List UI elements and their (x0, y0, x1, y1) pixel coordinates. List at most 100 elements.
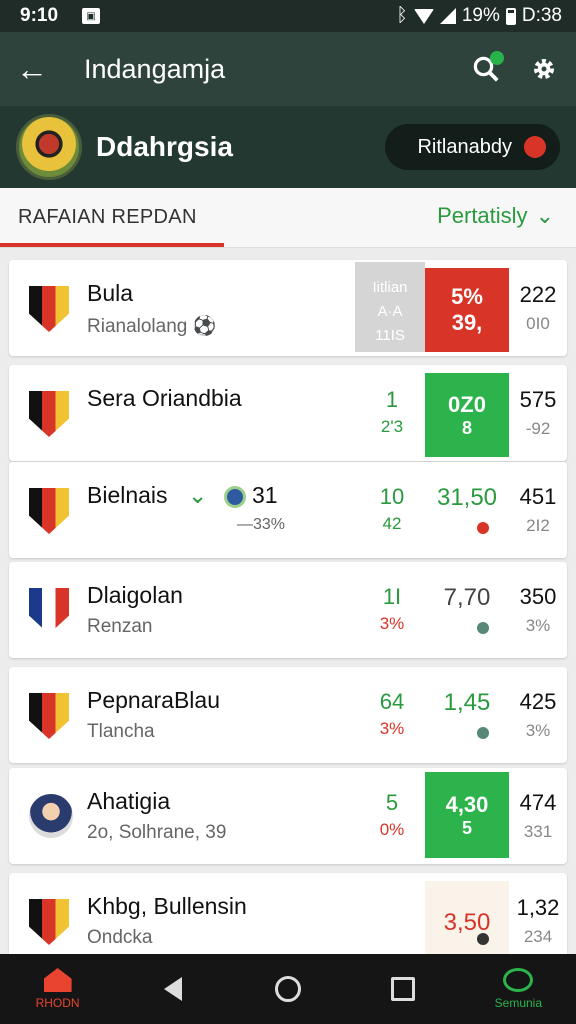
row-subtitle-text: Rianalolang (87, 316, 188, 337)
odds-top: 4,30 (445, 791, 489, 817)
col-value: 1I (382, 584, 402, 609)
globe-icon (223, 485, 246, 508)
list-item[interactable]: Sera Oriandbia 1 2'3 0Z0 8 575 -92 (9, 365, 567, 461)
team-header: Ddahrgsia Ritlanabdy (0, 106, 576, 188)
odds-value[interactable]: 7,70 (425, 584, 509, 612)
filter-dropdown[interactable]: Pertatisly ⌄ (437, 203, 554, 229)
list-item[interactable]: Bielnais ⌄ 31 —33% 10 42 31,50 451 2I2 (9, 462, 567, 558)
ball-icon: ⚽ (192, 316, 217, 337)
row-name: Dlaigolan (87, 582, 183, 608)
row-subtitle: Renzan (87, 616, 153, 637)
stats-bottom: 11IS (375, 327, 405, 344)
nav-home-circle[interactable] (240, 954, 336, 1024)
row-name: Sera Oriandbia (87, 385, 242, 411)
col-subvalue: 3% (379, 719, 405, 738)
row-subtitle: Rianalolang ⚽ (87, 314, 216, 338)
right-subvalue: 331 (523, 822, 553, 841)
nav-home-label: RHODN (35, 996, 80, 1010)
back-triangle-icon (163, 977, 182, 1001)
profile-icon (503, 968, 534, 992)
right-subvalue: 0I0 (526, 314, 550, 333)
back-arrow-icon[interactable]: ← (0, 32, 64, 106)
col-subvalue: 2'3 (380, 417, 404, 436)
odds-button[interactable]: 0Z0 8 (425, 373, 509, 457)
live-dot (477, 522, 489, 534)
wifi-icon (413, 8, 434, 24)
info-dot (477, 622, 489, 634)
stats-box: Iitlian A·A 11IS (355, 262, 425, 352)
right-subvalue: 3% (525, 616, 551, 635)
search-button[interactable] (458, 41, 514, 97)
list-item[interactable]: Dlaigolan Renzan 1I 3% 7,70 350 3% (9, 562, 567, 658)
list-item[interactable]: Ahatigia 2o, Solhrane, 39 5 0% 4,30 5 47… (9, 768, 567, 864)
filter-label: Pertatisly (437, 203, 528, 228)
team-crest (29, 391, 69, 437)
nav-profile[interactable]: Semunia (470, 954, 566, 1024)
row-name: Khbg, Bullensin (87, 893, 247, 919)
list-item[interactable]: Khbg, Bullensin Ondcka 3,50 1,32 234 (9, 873, 567, 954)
info-dot (477, 933, 489, 945)
settings-button[interactable] (514, 41, 574, 97)
record-icon (524, 136, 546, 158)
col-value: 1 (385, 387, 399, 412)
chevron-down-icon[interactable]: ⌄ (188, 482, 207, 508)
odds-bottom: 39, (451, 310, 483, 335)
stats-mid: A·A (377, 303, 403, 320)
chevron-down-icon: ⌄ (535, 203, 554, 228)
right-subvalue: 234 (523, 927, 553, 946)
odds-button[interactable]: 5% 39, (425, 268, 509, 352)
status-right: ᛒ 19% D:38 (396, 5, 562, 27)
nav-recents[interactable] (355, 954, 451, 1024)
list-item[interactable]: Bula Rianalolang ⚽ Iitlian A·A 11IS 5% 3… (9, 260, 567, 356)
col-subvalue: 42 (382, 514, 402, 533)
info-dot (477, 727, 489, 739)
odds-bottom: 5 (461, 817, 472, 838)
row-name: Ahatigia (87, 788, 171, 814)
col-value: 64 (379, 689, 405, 714)
odds-top: 0Z0 (448, 391, 486, 417)
right-value: 350 (519, 584, 557, 609)
sub-header: RAFAIAN REPDAN Pertatisly ⌄ (0, 188, 576, 248)
team-crest (29, 899, 69, 945)
battery-icon (505, 7, 516, 25)
right-value: 425 (519, 689, 557, 714)
nav-back[interactable] (125, 954, 221, 1024)
status-clock: D:38 (521, 5, 562, 26)
right-value: 451 (519, 484, 557, 509)
tab-main[interactable]: RAFAIAN REPDAN (18, 206, 197, 229)
home-icon (43, 968, 72, 992)
search-badge (490, 51, 504, 65)
row-name: Bula (87, 280, 134, 306)
circle-home-icon (274, 976, 301, 1002)
notification-icon: ▣ (82, 8, 101, 24)
odds-value[interactable]: 31,50 (425, 484, 509, 512)
team-action-label: Ritlanabdy (417, 135, 512, 158)
team-crest (29, 488, 69, 534)
page-title: Indangamja (84, 53, 226, 84)
stats-top: Iitlian (372, 279, 408, 296)
team-logo (16, 114, 82, 180)
odds-button[interactable]: 4,30 5 (425, 772, 509, 858)
nav-profile-label: Semunia (494, 996, 543, 1010)
odds-bottom: 8 (461, 417, 472, 438)
team-name: Ddahrgsia (96, 131, 233, 162)
row-name-text: Bielnais (87, 482, 168, 508)
row-percent: 31 (252, 482, 278, 508)
match-list[interactable]: Bula Rianalolang ⚽ Iitlian A·A 11IS 5% 3… (0, 248, 576, 954)
signal-icon (439, 8, 456, 24)
row-percent-sub: —33% (237, 516, 286, 533)
team-crest (29, 588, 69, 634)
right-subvalue: -92 (525, 419, 551, 438)
row-subtitle: 2o, Solhrane, 39 (87, 822, 227, 843)
col-value: 5 (385, 790, 399, 815)
list-item[interactable]: PepnaraBlau Tlancha 64 3% 1,45 425 3% (9, 667, 567, 763)
status-bar: 9:10 ▣ ᛒ 19% D:38 (0, 0, 576, 32)
odds-value[interactable]: 1,45 (425, 689, 509, 717)
right-subvalue: 2I2 (526, 516, 550, 535)
tab-indicator (0, 243, 224, 247)
team-action-button[interactable]: Ritlanabdy (385, 124, 560, 170)
odds-button[interactable]: 3,50 (425, 881, 509, 954)
nav-home[interactable]: RHODN (10, 954, 106, 1024)
gear-icon (534, 59, 554, 79)
col-subvalue: 0% (379, 820, 405, 839)
